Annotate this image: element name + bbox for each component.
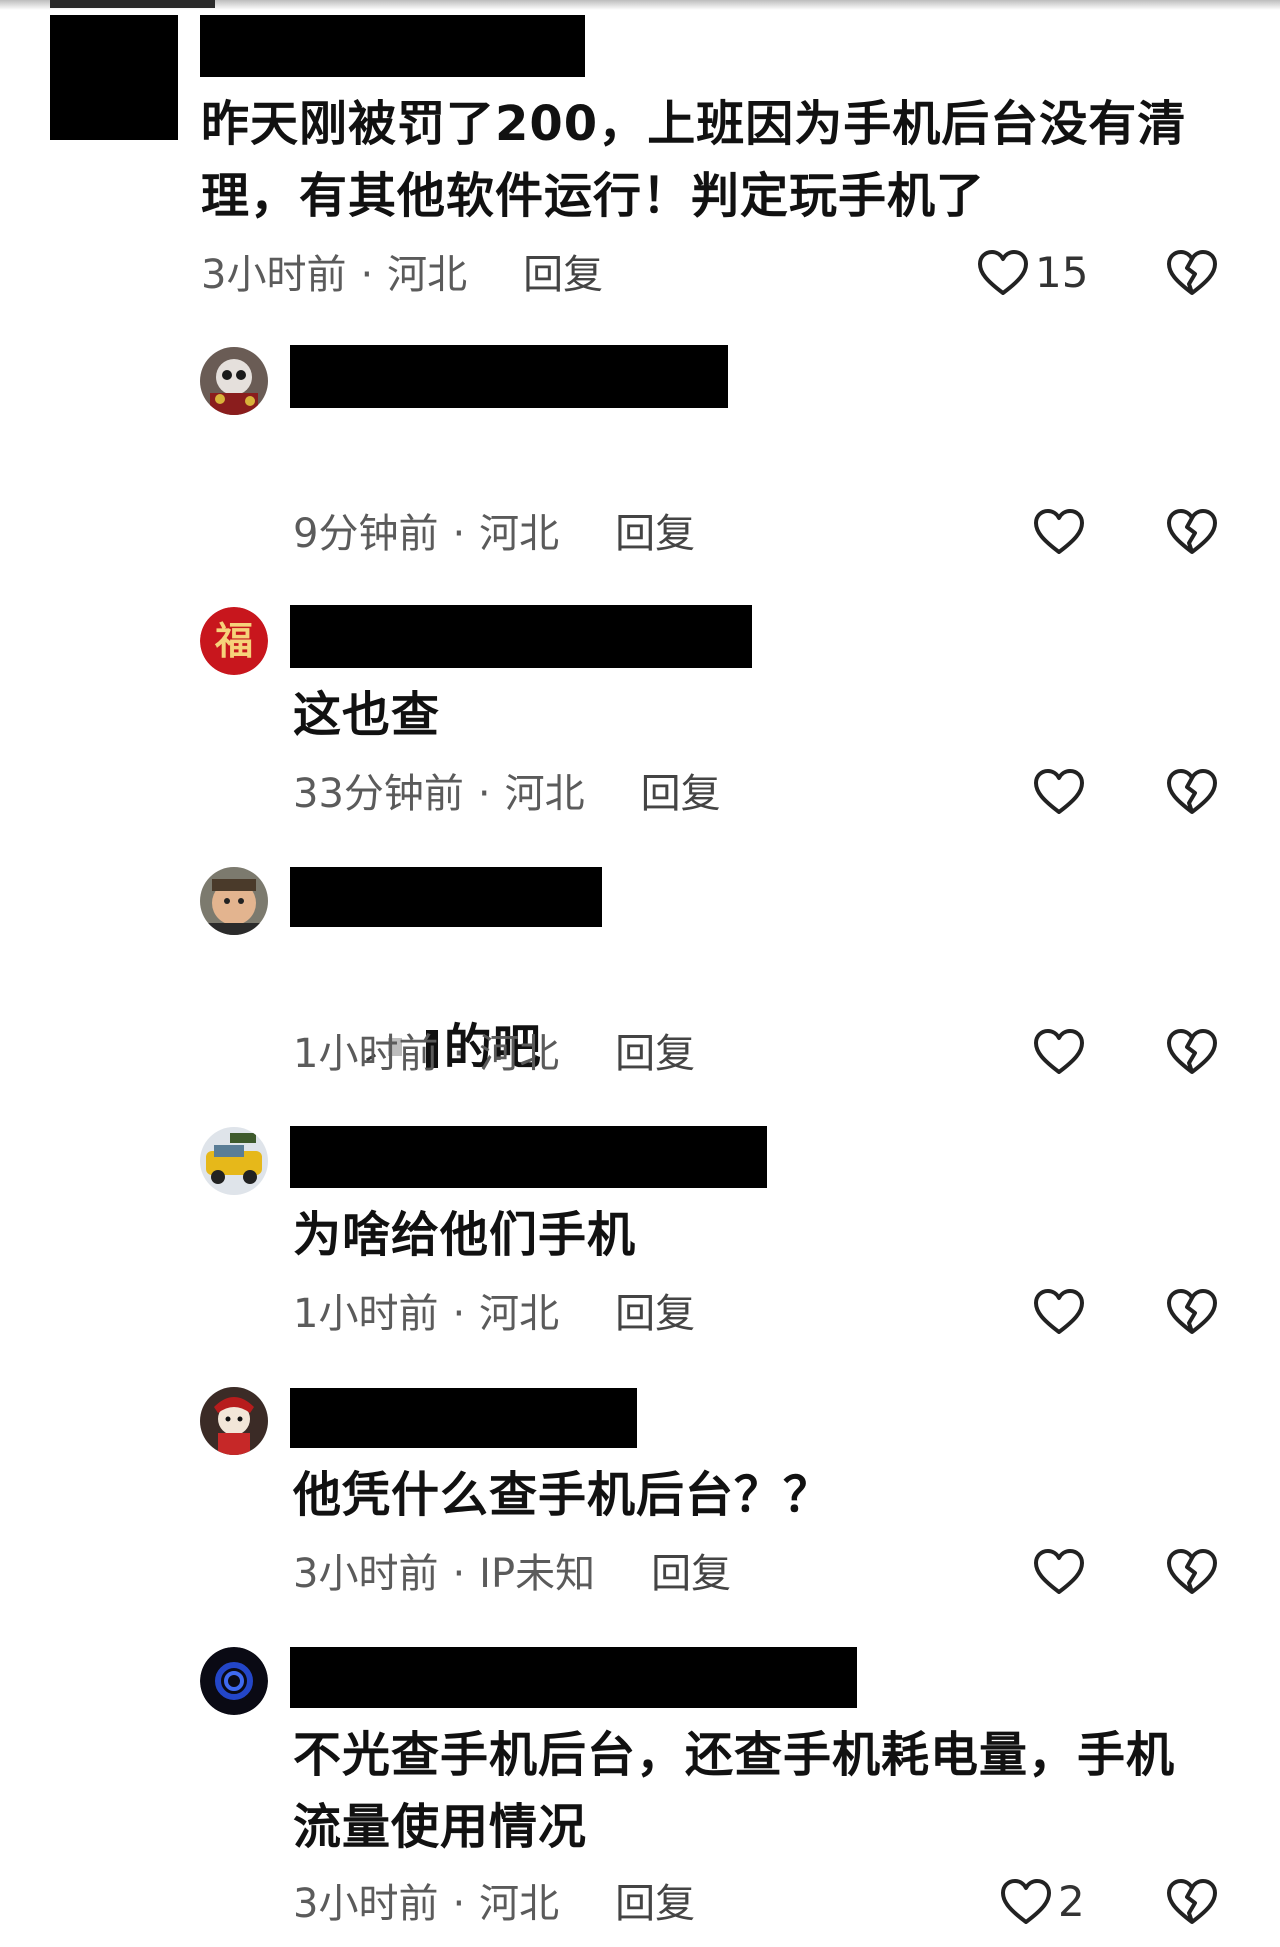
like-button[interactable] [1033,1288,1085,1336]
comment-meta: 1小时前 · 河北 回复 [293,1030,695,1078]
comment-location: 河北 [479,1291,560,1337]
comment-meta: 3小时前 · IP未知 回复 [293,1550,731,1598]
dislike-button[interactable] [1166,1548,1218,1600]
dislike-button[interactable] [1166,1878,1218,1930]
heart-outline-icon [978,250,1028,295]
avatar-redacted[interactable] [50,15,178,140]
heart-outline-icon [1034,1289,1084,1334]
avatar[interactable] [200,1127,268,1195]
comment-meta: 9分钟前 · 河北 回复 [293,510,695,558]
reply-button[interactable]: 回复 [615,1880,695,1928]
username-redacted[interactable] [290,867,602,927]
username-redacted[interactable] [290,1126,767,1188]
reply-comment: 他凭什么查手机后台？？ 3小时前 · IP未知 回复 [0,1380,1280,1610]
broken-heart-icon [1167,1549,1217,1594]
like-button[interactable] [1033,508,1085,556]
meta-separator: · [452,1881,466,1927]
comment-location: 河北 [479,1881,560,1927]
comment-text: 这也查 [293,687,441,743]
dislike-button[interactable] [1166,1028,1218,1080]
comment-meta: 1小时前 · 河北 回复 [293,1290,695,1338]
comment-time: 3小时前 [293,1551,439,1597]
meta-separator: · [452,1031,466,1077]
meta-separator: · [477,771,491,817]
meta-separator: · [452,511,466,557]
comment-main: 昨天刚被罚了200，上班因为手机后台没有清 理，有其他软件运行！判定玩手机了 3… [0,0,1280,298]
avatar[interactable] [200,1387,268,1455]
reply-button[interactable]: 回复 [641,770,721,818]
broken-heart-icon [1167,1029,1217,1074]
avatar[interactable]: 福 [200,607,268,675]
comment-text: 不光查手机后台，还查手机耗电量，手机 流量使用情况 [293,1727,1176,1855]
avatar[interactable] [200,1647,268,1715]
heart-outline-icon [1034,1549,1084,1594]
like-button[interactable]: 2 [1000,1878,1085,1926]
username-redacted[interactable] [290,1388,637,1448]
comment-location: 河北 [479,1031,560,1077]
comment-time: 9分钟前 [293,511,439,557]
heart-outline-icon [1034,509,1084,554]
comment-time: 3小时前 [293,1881,439,1927]
username-redacted[interactable] [290,605,752,668]
heart-outline-icon [1034,1029,1084,1074]
reply-comment: 9分钟前 · 河北 回复 [0,340,1280,570]
broken-heart-icon [1167,769,1217,814]
reply-comment: 为啥给他们手机 1小时前 · 河北 回复 [0,1120,1280,1350]
reply-button[interactable]: 回复 [651,1550,731,1598]
meta-separator: · [360,252,374,298]
comment-time: 1小时前 [293,1291,439,1337]
like-count: 15 [1035,248,1089,297]
dislike-button[interactable] [1166,508,1218,560]
broken-heart-icon [1167,1879,1217,1924]
like-button[interactable]: 15 [977,249,1088,297]
meta-separator: · [452,1291,466,1337]
broken-heart-icon [1167,1289,1217,1334]
avatar[interactable] [200,867,268,935]
username-redacted[interactable] [200,15,585,77]
heart-outline-icon [1034,769,1084,814]
reply-button[interactable]: 回复 [615,510,695,558]
heart-outline-icon [1001,1879,1051,1924]
comment-time: 3小时前 [201,252,347,298]
broken-heart-icon [1167,250,1217,295]
comment-time: 33分钟前 [293,771,464,817]
reply-button[interactable]: 回复 [615,1290,695,1338]
dislike-button[interactable] [1166,249,1218,301]
dislike-button[interactable] [1166,768,1218,820]
avatar[interactable] [200,347,268,415]
comment-location: IP未知 [479,1551,596,1597]
comment-time: 1小时前 [293,1031,439,1077]
like-count: 2 [1058,1877,1085,1926]
username-redacted[interactable] [290,1647,857,1708]
comment-location: 河北 [479,511,560,557]
comment-meta: 33分钟前 · 河北 回复 [293,770,721,818]
dislike-button[interactable] [1166,1288,1218,1340]
reply-comment: 福 这也查 33分钟前 · 河北 回复 [0,600,1280,830]
like-button[interactable] [1033,1028,1085,1076]
comment-text: 为啥给他们手机 [293,1207,637,1263]
comment-location: 河北 [504,771,585,817]
meta-separator: · [452,1551,466,1597]
comment-meta: 3小时前 · 河北 回复 [293,1880,695,1928]
reply-comment: 不光查手机后台，还查手机耗电量，手机 流量使用情况 3小时前 · 河北 回复 2 [0,1640,1280,1940]
like-button[interactable] [1033,768,1085,816]
like-button[interactable] [1033,1548,1085,1596]
username-redacted[interactable] [290,345,728,408]
comment-location: 河北 [387,252,468,298]
fu-character: 福 [214,618,253,663]
comment-text: 他凭什么查手机后台？？ [293,1467,833,1523]
comment-meta: 3小时前 · 河北 回复 [201,251,603,299]
comment-text: 昨天刚被罚了200，上班因为手机后台没有清 理，有其他软件运行！判定玩手机了 [201,96,1187,224]
reply-button[interactable]: 回复 [615,1030,695,1078]
broken-heart-icon [1167,509,1217,554]
reply-button[interactable]: 回复 [523,251,603,299]
reply-comment: 的吧 1小时前 · 河北 回复 [0,860,1280,1090]
